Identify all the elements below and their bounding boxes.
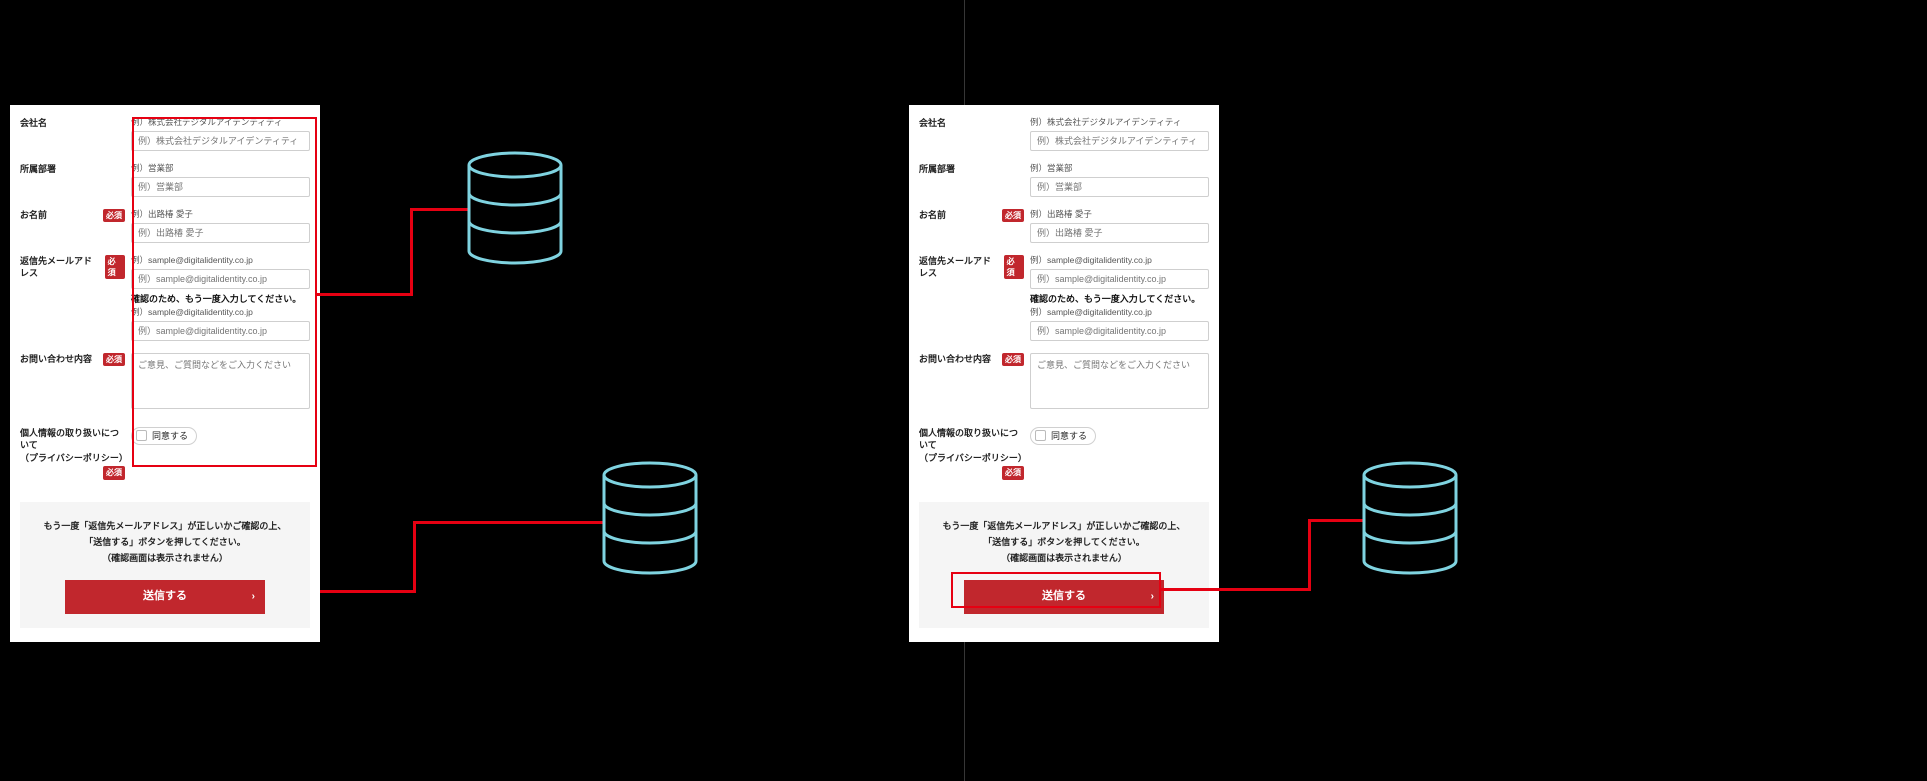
input-email[interactable] — [1030, 269, 1209, 289]
required-badge: 必須 — [103, 466, 125, 479]
notice-line-2: 「送信する」ボタンを押してください。 — [929, 534, 1199, 550]
notice-box: もう一度「返信先メールアドレス」が正しいかご確認の上、 「送信する」ボタンを押し… — [20, 502, 310, 628]
input-company[interactable] — [131, 131, 310, 151]
connector-left-1b — [410, 208, 413, 296]
consent-label: 同意する — [152, 430, 188, 443]
label-email: 返信先メールアドレス — [20, 255, 101, 280]
hint-department: 例）営業部 — [1030, 163, 1209, 175]
input-name[interactable] — [131, 223, 310, 243]
hint-email-confirm: 例）sample@digitalidentity.co.jp — [1030, 307, 1209, 319]
checkbox-icon — [136, 430, 147, 441]
hint-email: 例）sample@digitalidentity.co.jp — [1030, 255, 1209, 267]
field-privacy: 個人情報の取り扱いについて （プライバシーポリシー） 必須 同意する — [20, 419, 310, 486]
hint-email: 例）sample@digitalidentity.co.jp — [131, 255, 310, 267]
hint-company: 例）株式会社デジタルアイデンティティ — [131, 117, 310, 129]
hint-name: 例）出路椿 愛子 — [131, 209, 310, 221]
label-department: 所属部署 — [20, 163, 56, 176]
required-badge: 必須 — [1002, 353, 1024, 366]
database-icon — [1360, 461, 1460, 581]
connector-left-2c — [413, 521, 603, 524]
connector-left-2a — [320, 590, 416, 593]
label-inquiry: お問い合わせ内容 — [20, 353, 92, 366]
input-name[interactable] — [1030, 223, 1209, 243]
label-department: 所属部署 — [919, 163, 955, 176]
field-company: 会社名 例）株式会社デジタルアイデンティティ — [20, 111, 310, 157]
connector-left-2b — [413, 521, 416, 593]
field-email: 返信先メールアドレス 必須 例）sample@digitalidentity.c… — [919, 249, 1209, 347]
notice-line-3: （確認画面は表示されません） — [30, 550, 300, 566]
label-privacy-2: （プライバシーポリシー） — [919, 452, 1024, 465]
database-icon — [600, 461, 700, 581]
input-email-confirm[interactable] — [1030, 321, 1209, 341]
input-email[interactable] — [131, 269, 310, 289]
label-company: 会社名 — [919, 117, 946, 130]
connector-right-c — [1308, 519, 1363, 522]
chevron-right-icon: › — [252, 590, 255, 604]
label-email: 返信先メールアドレス — [919, 255, 1000, 280]
required-badge: 必須 — [105, 255, 125, 279]
field-inquiry: お問い合わせ内容 必須 — [919, 347, 1209, 419]
connector-left-1a — [317, 293, 413, 296]
hint-email-confirm: 例）sample@digitalidentity.co.jp — [131, 307, 310, 319]
label-email-confirm: 確認のため、もう一度入力してください。 — [131, 293, 310, 306]
consent-toggle[interactable]: 同意する — [1030, 427, 1096, 446]
label-inquiry: お問い合わせ内容 — [919, 353, 991, 366]
field-email: 返信先メールアドレス 必須 例）sample@digitalidentity.c… — [20, 249, 310, 347]
label-company: 会社名 — [20, 117, 47, 130]
field-name: お名前 必須 例）出路椿 愛子 — [919, 203, 1209, 249]
consent-toggle[interactable]: 同意する — [131, 427, 197, 446]
required-badge: 必須 — [1004, 255, 1024, 279]
field-privacy: 個人情報の取り扱いについて （プライバシーポリシー） 必須 同意する — [919, 419, 1209, 486]
submit-button[interactable]: 送信する › — [964, 580, 1164, 613]
label-name: お名前 — [919, 209, 946, 222]
label-name: お名前 — [20, 209, 47, 222]
form-panel-right: 会社名 例）株式会社デジタルアイデンティティ 所属部署 例）営業部 お名前 必須… — [909, 105, 1219, 642]
required-badge: 必須 — [1002, 209, 1024, 222]
notice-line-1: もう一度「返信先メールアドレス」が正しいかご確認の上、 — [30, 518, 300, 534]
connector-right-b — [1308, 519, 1311, 591]
notice-box: もう一度「返信先メールアドレス」が正しいかご確認の上、 「送信する」ボタンを押し… — [919, 502, 1209, 628]
field-department: 所属部署 例）営業部 — [20, 157, 310, 203]
required-badge: 必須 — [103, 353, 125, 366]
submit-label: 送信する — [143, 590, 187, 602]
database-icon — [465, 151, 565, 271]
label-email-confirm: 確認のため、もう一度入力してください。 — [1030, 293, 1209, 306]
required-badge: 必須 — [103, 209, 125, 222]
hint-department: 例）営業部 — [131, 163, 310, 175]
form-panel-left: 会社名 例）株式会社デジタルアイデンティティ 所属部署 例）営業部 お名前 必須… — [10, 105, 320, 642]
consent-label: 同意する — [1051, 430, 1087, 443]
notice-line-1: もう一度「返信先メールアドレス」が正しいかご確認の上、 — [929, 518, 1199, 534]
submit-button[interactable]: 送信する › — [65, 580, 265, 613]
input-department[interactable] — [131, 177, 310, 197]
label-privacy-1: 個人情報の取り扱いについて — [20, 427, 125, 452]
connector-left-1c — [410, 208, 468, 211]
checkbox-icon — [1035, 430, 1046, 441]
input-department[interactable] — [1030, 177, 1209, 197]
notice-line-2: 「送信する」ボタンを押してください。 — [30, 534, 300, 550]
field-inquiry: お問い合わせ内容 必須 — [20, 347, 310, 419]
input-company[interactable] — [1030, 131, 1209, 151]
field-name: お名前 必須 例）出路椿 愛子 — [20, 203, 310, 249]
submit-label: 送信する — [1042, 590, 1086, 602]
input-email-confirm[interactable] — [131, 321, 310, 341]
hint-name: 例）出路椿 愛子 — [1030, 209, 1209, 221]
chevron-right-icon: › — [1151, 590, 1154, 604]
connector-right-a — [1161, 588, 1311, 591]
hint-company: 例）株式会社デジタルアイデンティティ — [1030, 117, 1209, 129]
field-company: 会社名 例）株式会社デジタルアイデンティティ — [919, 111, 1209, 157]
required-badge: 必須 — [1002, 466, 1024, 479]
field-department: 所属部署 例）営業部 — [919, 157, 1209, 203]
textarea-inquiry[interactable] — [131, 353, 310, 409]
notice-line-3: （確認画面は表示されません） — [929, 550, 1199, 566]
label-privacy-1: 個人情報の取り扱いについて — [919, 427, 1024, 452]
label-privacy-2: （プライバシーポリシー） — [20, 452, 125, 465]
textarea-inquiry[interactable] — [1030, 353, 1209, 409]
